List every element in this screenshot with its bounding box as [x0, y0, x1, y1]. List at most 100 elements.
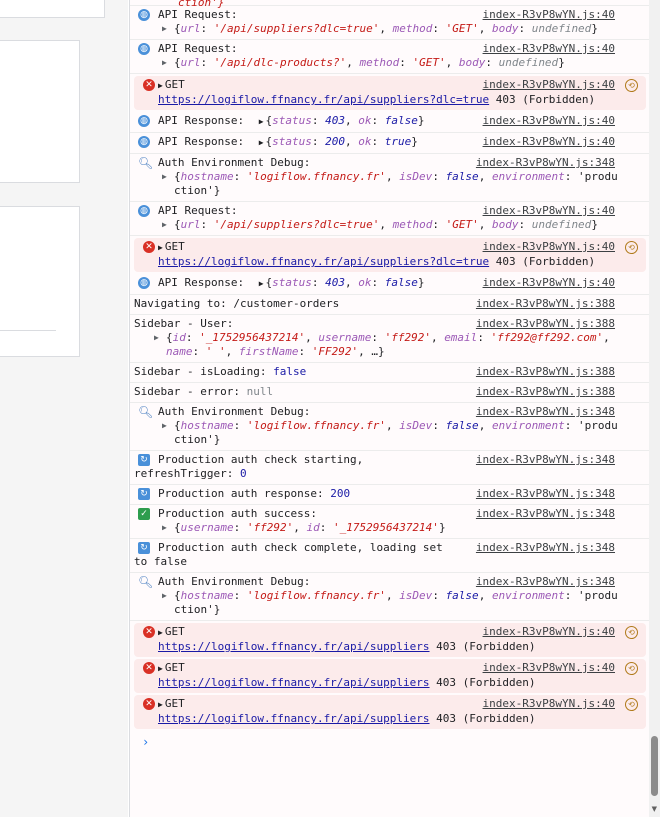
request-url[interactable]: https://logiflow.ffnancy.fr/api/supplier…	[158, 712, 430, 725]
error-icon: ✕	[143, 79, 155, 91]
network-request-icon[interactable]: ⟲	[625, 79, 638, 92]
log-message: API Response:	[158, 135, 245, 148]
object-preview[interactable]: ▶ {id: '_1752956437214', username: 'ff292…	[150, 331, 618, 345]
expand-triangle-icon[interactable]: ▶	[162, 218, 167, 232]
request-method: GET	[164, 661, 185, 674]
source-link[interactable]: index-R3vP8wYN.js:348	[476, 405, 615, 419]
log-entry: Sidebar - isLoading: false index-R3vP8wYN…	[130, 363, 650, 383]
content-card	[0, 0, 105, 18]
log-entry: ↻ Production auth check complete, loading…	[130, 539, 650, 573]
prompt-chevron-icon: ›	[142, 735, 150, 749]
expand-triangle-icon[interactable]: ▶	[162, 22, 167, 36]
source-link[interactable]: index-R3vP8wYN.js:40	[483, 114, 615, 128]
request-url[interactable]: https://logiflow.ffnancy.fr/api/supplier…	[158, 676, 430, 689]
expand-triangle-icon[interactable]: ▶	[158, 81, 163, 90]
error-icon: ✕	[143, 241, 155, 253]
source-link[interactable]: index-R3vP8wYN.js:40	[483, 42, 615, 56]
status-text: 403 (Forbidden)	[436, 676, 536, 689]
scrollbar-thumb[interactable]	[651, 736, 658, 796]
check-icon: ✓	[138, 508, 150, 520]
source-link[interactable]: index-R3vP8wYN.js:348	[476, 453, 615, 467]
expand-triangle-icon[interactable]: ▶	[259, 279, 264, 288]
log-value: false	[273, 365, 307, 378]
source-link[interactable]: index-R3vP8wYN.js:40	[483, 697, 615, 711]
log-message-cont: refreshTrigger:	[134, 467, 234, 480]
expand-triangle-icon[interactable]: ▶	[154, 331, 159, 345]
object-preview[interactable]: ▶ {hostname: 'logiflow.ffnancy.fr', isDev…	[158, 419, 618, 433]
source-link[interactable]: index-R3vP8wYN.js:40	[483, 625, 615, 639]
divider	[0, 330, 56, 331]
network-request-icon[interactable]: ⟲	[625, 698, 638, 711]
status-text: 403 (Forbidden)	[495, 255, 596, 268]
log-entry: ↻ Production auth check starting, refreshT…	[130, 451, 650, 485]
error-entry: ✕ ▶ GET https://logiflow.ffnancy.fr/api/sup…	[134, 238, 646, 272]
expand-triangle-icon[interactable]: ▶	[259, 138, 264, 147]
source-link[interactable]: index-R3vP8wYN.js:348	[476, 487, 615, 501]
object-preview[interactable]: ▶ {username: 'ff292', id: '_1752956437214…	[158, 521, 618, 535]
source-link[interactable]: index-R3vP8wYN.js:388	[476, 317, 615, 331]
expand-triangle-icon[interactable]: ▶	[162, 589, 167, 603]
log-value: 0	[239, 467, 247, 480]
object-preview[interactable]: ▶ {hostname: 'logiflow.ffnancy.fr', isDev…	[158, 589, 618, 603]
expand-triangle-icon[interactable]: ▶	[158, 243, 163, 252]
expand-triangle-icon[interactable]: ▶	[162, 419, 167, 433]
log-message: Sidebar - User:	[134, 317, 234, 330]
globe-icon: ◍	[138, 205, 150, 217]
source-link[interactable]: index-R3vP8wYN.js:40	[483, 204, 615, 218]
log-message: Production auth response:	[158, 487, 324, 500]
network-request-icon[interactable]: ⟲	[625, 662, 638, 675]
expand-triangle-icon[interactable]: ▶	[162, 170, 167, 184]
console-scrollbar[interactable]: ▼	[649, 0, 660, 817]
object-preview[interactable]: ▶ {url: '/api/suppliers?dlc=true', method…	[158, 218, 618, 232]
request-url[interactable]: https://logiflow.ffnancy.fr/api/supplier…	[158, 255, 489, 268]
log-message: Production auth check complete, loading …	[158, 541, 443, 554]
object-preview[interactable]: {status: 200, ok: true}	[266, 135, 418, 148]
source-link[interactable]: index-R3vP8wYN.js:388	[476, 297, 615, 311]
source-link[interactable]: index-R3vP8wYN.js:40	[483, 240, 615, 254]
globe-icon: ◍	[138, 115, 150, 127]
console-prompt-row[interactable]: ›	[130, 731, 650, 753]
log-entry: 🔍︎ Auth Environment Debug: ▶ {hostname: 'lo…	[130, 573, 650, 621]
source-link[interactable]: index-R3vP8wYN.js:348	[476, 541, 615, 555]
log-message: API Response:	[158, 114, 245, 127]
sync-icon: ↻	[138, 488, 150, 500]
source-link[interactable]: index-R3vP8wYN.js:40	[483, 78, 615, 92]
source-link[interactable]: index-R3vP8wYN.js:348	[476, 575, 615, 589]
scroll-down-icon[interactable]: ▼	[652, 805, 657, 813]
source-link[interactable]: index-R3vP8wYN.js:348	[476, 156, 615, 170]
expand-triangle-icon[interactable]: ▶	[158, 664, 163, 673]
log-message: Auth Environment Debug:	[158, 156, 311, 169]
expand-triangle-icon[interactable]: ▶	[162, 521, 167, 535]
object-preview[interactable]: ▶ {url: '/api/suppliers?dlc=true', method…	[158, 22, 618, 36]
log-message: Sidebar - isLoading:	[134, 365, 267, 378]
request-url[interactable]: https://logiflow.ffnancy.fr/api/supplier…	[158, 640, 430, 653]
expand-triangle-icon[interactable]: ▶	[259, 117, 264, 126]
source-link[interactable]: index-R3vP8wYN.js:388	[476, 385, 615, 399]
network-request-icon[interactable]: ⟲	[625, 626, 638, 639]
log-entry: ◍ API Request: ▶ {url: '/api/suppliers?dlc=…	[130, 6, 650, 40]
log-message: API Request:	[158, 204, 238, 217]
network-request-icon[interactable]: ⟲	[625, 241, 638, 254]
source-link[interactable]: index-R3vP8wYN.js:388	[476, 365, 615, 379]
log-entry: ◍ API Response: ▶ {status: 403, ok: false}…	[130, 112, 650, 133]
expand-triangle-icon[interactable]: ▶	[158, 628, 163, 637]
object-preview[interactable]: ▶ {url: '/api/dlc-products?', method: 'GE…	[158, 56, 618, 70]
error-icon: ✕	[143, 662, 155, 674]
request-method: GET	[164, 625, 185, 638]
object-preview[interactable]: ▶ {hostname: 'logiflow.ffnancy.fr', isDev…	[158, 170, 618, 184]
globe-icon: ◍	[138, 136, 150, 148]
object-preview[interactable]: {status: 403, ok: false}	[266, 276, 425, 289]
source-link[interactable]: index-R3vP8wYN.js:40	[483, 276, 615, 290]
source-link[interactable]: index-R3vP8wYN.js:348	[476, 507, 615, 521]
object-preview[interactable]: {status: 403, ok: false}	[266, 114, 425, 127]
source-link[interactable]: index-R3vP8wYN.js:40	[483, 135, 615, 149]
sync-icon: ↻	[138, 542, 150, 554]
log-message-cont: to false	[134, 555, 187, 568]
source-link[interactable]: index-R3vP8wYN.js:40	[483, 8, 615, 22]
expand-triangle-icon[interactable]: ▶	[162, 56, 167, 70]
request-url[interactable]: https://logiflow.ffnancy.fr/api/supplier…	[158, 93, 489, 106]
error-entry: ✕ ▶ GET https://logiflow.ffnancy.fr/api/sup…	[134, 623, 646, 657]
source-link[interactable]: index-R3vP8wYN.js:40	[483, 661, 615, 675]
devtools-console[interactable]: ction'} ◍ API Request: ▶ {url: '/api/suppli…	[129, 0, 650, 817]
expand-triangle-icon[interactable]: ▶	[158, 700, 163, 709]
